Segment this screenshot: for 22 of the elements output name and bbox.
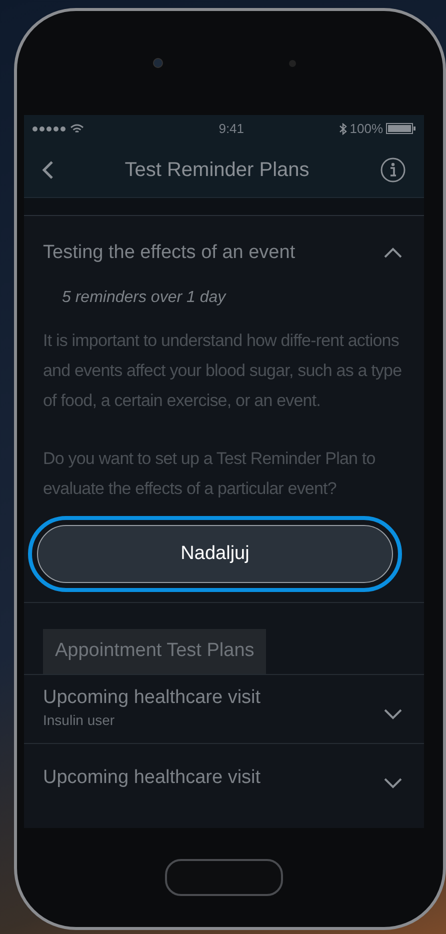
- battery-percent: 100%: [350, 120, 383, 138]
- status-time: 9:41: [218, 120, 244, 138]
- battery-icon: [386, 123, 416, 134]
- bluetooth-icon: [338, 122, 347, 134]
- wifi-icon: [70, 124, 84, 134]
- plan-title[interactable]: Upcoming healthcare visit: [43, 766, 261, 790]
- plan-title[interactable]: Upcoming healthcare visit: [43, 686, 261, 710]
- camera-icon: [152, 58, 162, 68]
- description-text: It is important to understand how diffe-rent actions and events affect your blood sugar, such as a type of food, a certain exercise, or an event.: [43, 330, 403, 412]
- signal-icon: [32, 126, 66, 132]
- back-icon[interactable]: [42, 160, 54, 180]
- plan-subtitle: 5 reminders over 1 day: [62, 288, 228, 308]
- plan-subtitle: Insulin user: [43, 711, 116, 730]
- chevron-down-icon[interactable]: [383, 708, 403, 720]
- description-text: Do you want to set up a Test Reminder Plan to evaluate the effects of a particular event?: [43, 448, 376, 500]
- section-heading: Appointment Test Plans: [43, 629, 266, 674]
- continue-button[interactable]: Nadaljuj: [28, 516, 402, 592]
- info-icon[interactable]: [380, 156, 406, 182]
- chevron-up-icon[interactable]: [383, 247, 403, 259]
- chevron-down-icon[interactable]: [383, 776, 403, 788]
- nav-title: Test Reminder Plans: [124, 158, 310, 182]
- plan-title[interactable]: Testing the effects of an event: [43, 238, 296, 268]
